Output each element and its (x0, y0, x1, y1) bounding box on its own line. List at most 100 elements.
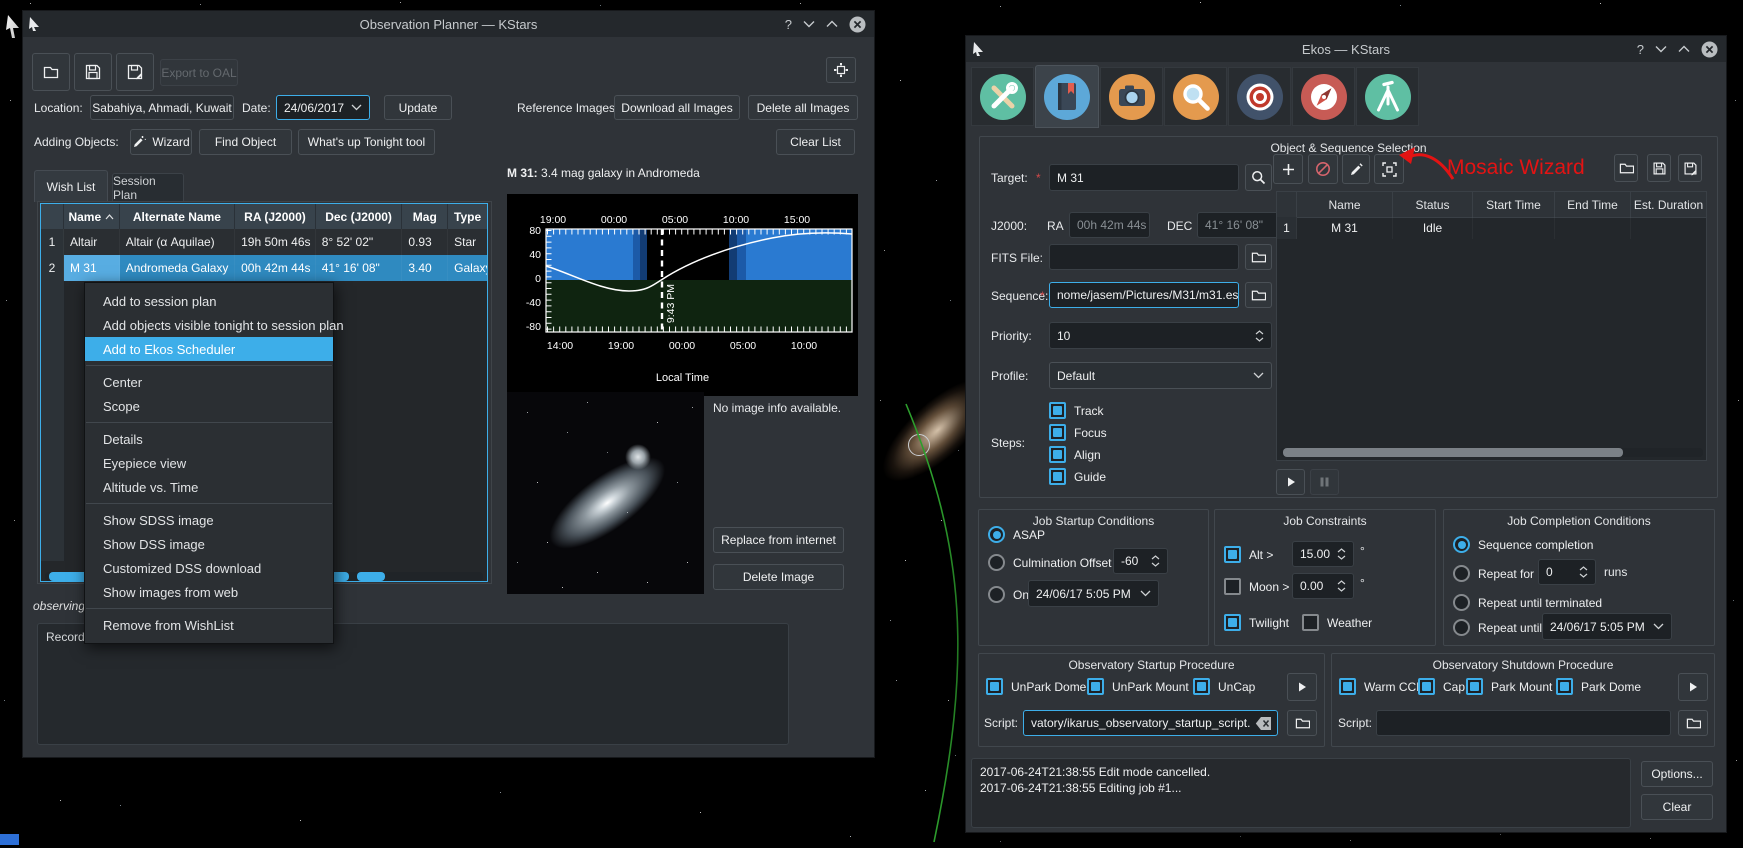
tab-session-plan[interactable]: Session Plan (112, 173, 184, 202)
startup-script-browse-button[interactable] (1287, 710, 1317, 736)
menu-item-remove-wishlist[interactable]: Remove from WishList (85, 613, 333, 637)
menu-item-show-dss[interactable]: Show DSS image (85, 532, 333, 556)
clear-list-button[interactable]: Clear List (776, 129, 855, 155)
column-header-alternate[interactable]: Alternate Name (120, 204, 235, 229)
cell-ra[interactable]: 00h 42m 44s (235, 255, 316, 281)
run-shutdown-button[interactable] (1678, 673, 1708, 701)
save-schedule-button[interactable] (1647, 154, 1671, 182)
planner-titlebar[interactable]: Observation Planner — KStars ? (23, 11, 874, 37)
repeat-until-radio[interactable] (1453, 619, 1470, 636)
jobs-header-name[interactable]: Name (1297, 192, 1393, 217)
menu-item-add-ekos-scheduler[interactable]: Add to Ekos Scheduler (85, 337, 333, 361)
expand-button[interactable] (826, 57, 856, 83)
find-object-button[interactable]: Find Object (199, 129, 292, 155)
edit-job-button[interactable] (1342, 154, 1370, 184)
spin-buttons[interactable] (1337, 580, 1346, 592)
track-checkbox[interactable] (1049, 402, 1066, 419)
culmination-radio[interactable] (988, 554, 1005, 571)
clear-log-button[interactable]: Clear (1641, 794, 1713, 820)
ekos-titlebar[interactable]: Ekos — KStars ? (966, 36, 1726, 62)
cell-dec[interactable]: 41° 16' 08" (316, 255, 403, 281)
repeat-runs-spinbox[interactable]: 0 (1538, 559, 1596, 585)
on-date-radio[interactable] (988, 586, 1005, 603)
park-dome-checkbox[interactable] (1556, 678, 1573, 695)
shutdown-script-browse-button[interactable] (1678, 710, 1708, 736)
unpark-mount-checkbox[interactable] (1087, 678, 1104, 695)
unpark-dome-checkbox[interactable] (986, 678, 1003, 695)
job-cell-start[interactable] (1473, 217, 1555, 239)
pause-scheduler-button[interactable] (1310, 469, 1339, 495)
spin-buttons[interactable] (1337, 548, 1346, 560)
moon-checkbox[interactable] (1224, 578, 1241, 595)
close-button[interactable] (1701, 41, 1718, 58)
column-header-dec[interactable]: Dec (J2000) (316, 204, 403, 229)
tab-align[interactable] (1228, 67, 1291, 126)
warm-ccd-checkbox[interactable] (1339, 678, 1356, 695)
tab-setup[interactable] (971, 67, 1034, 126)
cell-alternate[interactable]: Andromeda Galaxy (120, 255, 235, 281)
menu-item-altitude-vs-time[interactable]: Altitude vs. Time (85, 475, 333, 499)
cell-type[interactable]: Galaxy (448, 255, 487, 281)
menu-item-add-visible-tonight[interactable]: Add objects visible tonight to session p… (85, 313, 333, 337)
find-target-button[interactable] (1245, 164, 1272, 191)
menu-item-details[interactable]: Details (85, 427, 333, 451)
jobs-hscrollbar-handle[interactable] (1283, 448, 1623, 457)
jobs-header-start[interactable]: Start Time (1473, 192, 1555, 217)
spin-buttons[interactable] (1151, 555, 1160, 567)
menu-item-scope[interactable]: Scope (85, 394, 333, 418)
uncap-checkbox[interactable] (1193, 678, 1210, 695)
dec-value-field[interactable]: 41° 16' 08" (1197, 212, 1285, 238)
tab-mount[interactable] (1356, 67, 1419, 126)
menu-item-center[interactable]: Center (85, 370, 333, 394)
menu-item-show-images-web[interactable]: Show images from web (85, 580, 333, 604)
jobs-hscrollbar[interactable] (1280, 448, 1703, 457)
help-button[interactable]: ? (1637, 42, 1644, 57)
save-button[interactable] (74, 53, 112, 91)
menu-item-customized-dss[interactable]: Customized DSS download (85, 556, 333, 580)
update-button[interactable]: Update (384, 95, 452, 120)
tab-guide[interactable] (1292, 67, 1355, 126)
column-header-name[interactable]: Name (64, 204, 120, 229)
maximize-button[interactable] (1678, 45, 1690, 53)
spin-buttons[interactable] (1255, 330, 1264, 342)
export-to-oal-button[interactable]: Export to OAL (160, 59, 238, 86)
options-button[interactable]: Options... (1641, 761, 1713, 787)
align-checkbox[interactable] (1049, 446, 1066, 463)
download-all-images-button[interactable]: Download all Images (614, 95, 740, 120)
cell-mag[interactable]: 0.93 (402, 229, 448, 255)
profile-combobox[interactable]: Default (1049, 362, 1272, 389)
focus-checkbox[interactable] (1049, 424, 1066, 441)
close-button[interactable] (849, 16, 866, 33)
minimize-button[interactable] (1655, 45, 1667, 53)
run-startup-button[interactable] (1287, 673, 1317, 701)
cell-mag[interactable]: 3.40 (402, 255, 448, 281)
scheduler-jobs-table[interactable]: Name Status Start Time End Time Est. Dur… (1276, 191, 1707, 461)
jobs-header-status[interactable]: Status (1393, 192, 1473, 217)
cap-checkbox[interactable] (1418, 678, 1435, 695)
twilight-checkbox[interactable] (1224, 614, 1241, 631)
moon-spinbox[interactable]: 0.00 (1292, 573, 1354, 599)
culmination-spinbox[interactable]: -60 (1113, 548, 1168, 574)
column-header-mag[interactable]: Mag (402, 204, 448, 229)
asap-radio[interactable] (988, 526, 1005, 543)
table-hscrollbar-handle-end[interactable] (357, 572, 385, 581)
location-value-box[interactable]: Sabahiya, Ahmadi, Kuwait (90, 95, 234, 120)
remove-job-button[interactable] (1308, 154, 1338, 184)
minimize-button[interactable] (803, 20, 815, 28)
startup-script-input[interactable]: vatory/ikarus_observatory_startup_script… (1023, 710, 1278, 736)
cell-name[interactable]: Altair (64, 229, 120, 255)
shutdown-script-input[interactable] (1376, 710, 1671, 736)
wizard-button[interactable]: Wizard (130, 129, 192, 155)
replace-from-internet-button[interactable]: Replace from internet (713, 527, 844, 553)
guide-checkbox[interactable] (1049, 468, 1066, 485)
alt-checkbox[interactable] (1224, 546, 1241, 563)
cell-type[interactable]: Star (448, 229, 487, 255)
park-mount-checkbox[interactable] (1466, 678, 1483, 695)
job-cell-name[interactable]: M 31 (1297, 217, 1393, 239)
delete-image-button[interactable]: Delete Image (713, 564, 844, 590)
menu-item-eyepiece-view[interactable]: Eyepiece view (85, 451, 333, 475)
weather-checkbox[interactable] (1302, 614, 1319, 631)
fits-file-input[interactable] (1049, 244, 1239, 270)
whats-up-tonight-button[interactable]: What's up Tonight tool (298, 129, 435, 155)
sequence-input[interactable]: nome/jasem/Pictures/M31/m31.esq (1049, 282, 1239, 308)
